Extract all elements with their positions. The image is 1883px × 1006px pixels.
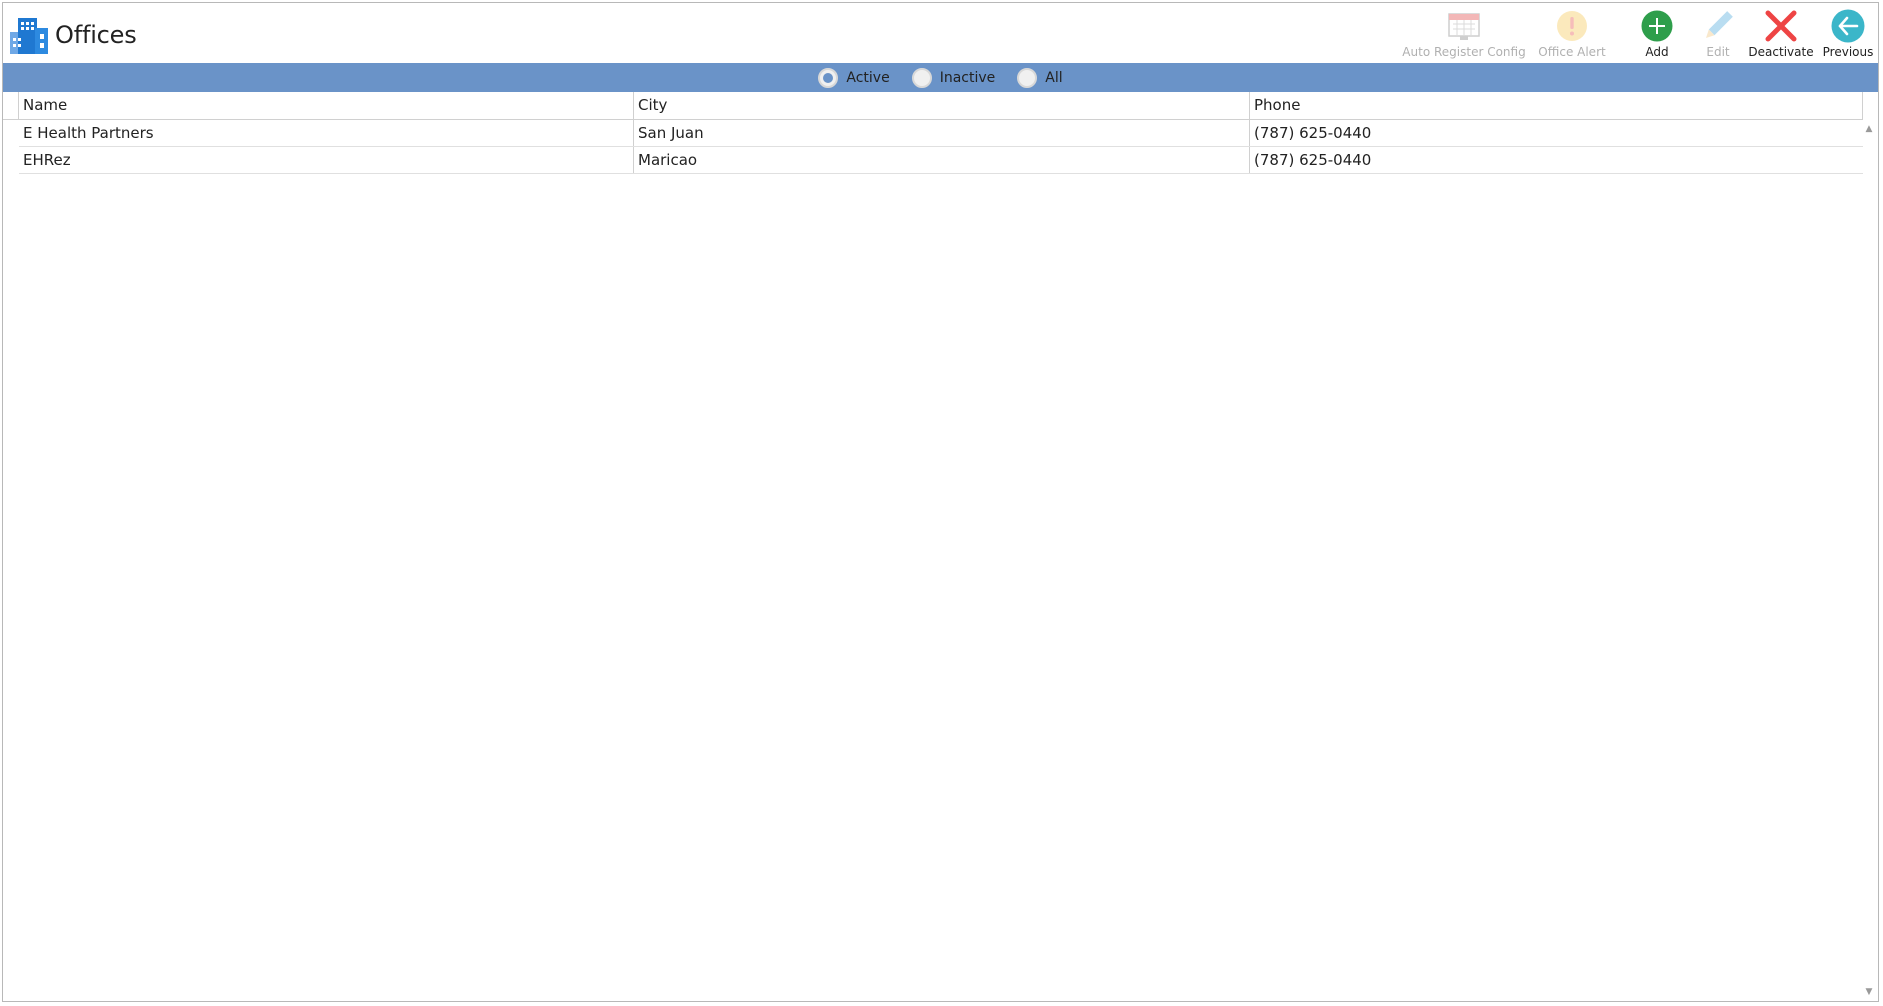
back-arrow-icon — [1828, 7, 1868, 45]
table-row[interactable]: E Health Partners San Juan (787) 625-044… — [19, 120, 1863, 147]
grid-rows: E Health Partners San Juan (787) 625-044… — [3, 120, 1863, 174]
cell-phone: (787) 625-0440 — [1254, 151, 1372, 169]
deactivate-button[interactable]: Deactivate — [1744, 7, 1818, 63]
toolbar: Auto Register Config Office Alert Add Ed… — [1402, 7, 1878, 63]
auto-register-config-button[interactable]: Auto Register Config — [1402, 7, 1526, 63]
row-indicator-header — [3, 92, 19, 119]
edit-button[interactable]: Edit — [1692, 7, 1744, 63]
vertical-scrollbar[interactable]: ▲ ▼ — [1862, 122, 1876, 999]
offices-grid: Name City Phone E Health Partners San Ju… — [3, 92, 1878, 1001]
table-row[interactable]: EHRez Maricao (787) 625-0440 — [19, 147, 1863, 174]
deactivate-label: Deactivate — [1748, 45, 1814, 59]
radio-button-selected[interactable] — [818, 67, 839, 88]
filter-all-label: All — [1045, 69, 1063, 86]
add-icon — [1637, 7, 1677, 45]
office-alert-label: Office Alert — [1538, 45, 1606, 59]
status-filter-bar: Active Inactive All — [3, 63, 1878, 92]
add-button[interactable]: Add — [1622, 7, 1692, 63]
edit-label: Edit — [1706, 45, 1730, 59]
cell-city: Maricao — [634, 147, 1250, 173]
scroll-down-arrow-icon[interactable]: ▼ — [1862, 985, 1876, 999]
filter-all-radio[interactable]: All — [1017, 67, 1063, 88]
previous-button[interactable]: Previous — [1818, 7, 1878, 63]
pencil-icon — [1698, 7, 1738, 45]
offices-window: Offices Auto Register Config Office Aler… — [2, 2, 1879, 1002]
column-header-phone[interactable]: Phone — [1250, 92, 1863, 119]
radio-button[interactable] — [1017, 67, 1038, 88]
add-label: Add — [1645, 45, 1669, 59]
column-header-city[interactable]: City — [634, 92, 1250, 119]
grid-header: Name City Phone — [3, 92, 1863, 120]
page-title: Offices — [55, 21, 137, 49]
filter-inactive-label: Inactive — [939, 69, 996, 86]
close-icon — [1761, 7, 1801, 45]
offices-building-icon — [8, 14, 50, 56]
cell-name: E Health Partners — [19, 120, 634, 146]
filter-active-label: Active — [846, 69, 890, 86]
previous-label: Previous — [1822, 45, 1874, 59]
cell-city: San Juan — [634, 120, 1250, 146]
title-area: Offices — [8, 13, 137, 57]
calendar-config-icon — [1444, 7, 1484, 45]
auto-register-config-label: Auto Register Config — [1402, 45, 1526, 59]
filter-inactive-radio[interactable]: Inactive — [911, 67, 996, 88]
radio-dot — [823, 72, 834, 83]
cell-name: EHRez — [19, 147, 634, 173]
column-header-name[interactable]: Name — [19, 92, 634, 119]
scroll-up-arrow-icon[interactable]: ▲ — [1862, 122, 1876, 136]
radio-button[interactable] — [911, 67, 932, 88]
header: Offices Auto Register Config Office Aler… — [3, 3, 1878, 63]
filter-active-radio[interactable]: Active — [818, 67, 890, 88]
cell-phone: (787) 625-0440 — [1254, 124, 1372, 142]
alert-icon — [1552, 7, 1592, 45]
office-alert-button[interactable]: Office Alert — [1522, 7, 1622, 63]
